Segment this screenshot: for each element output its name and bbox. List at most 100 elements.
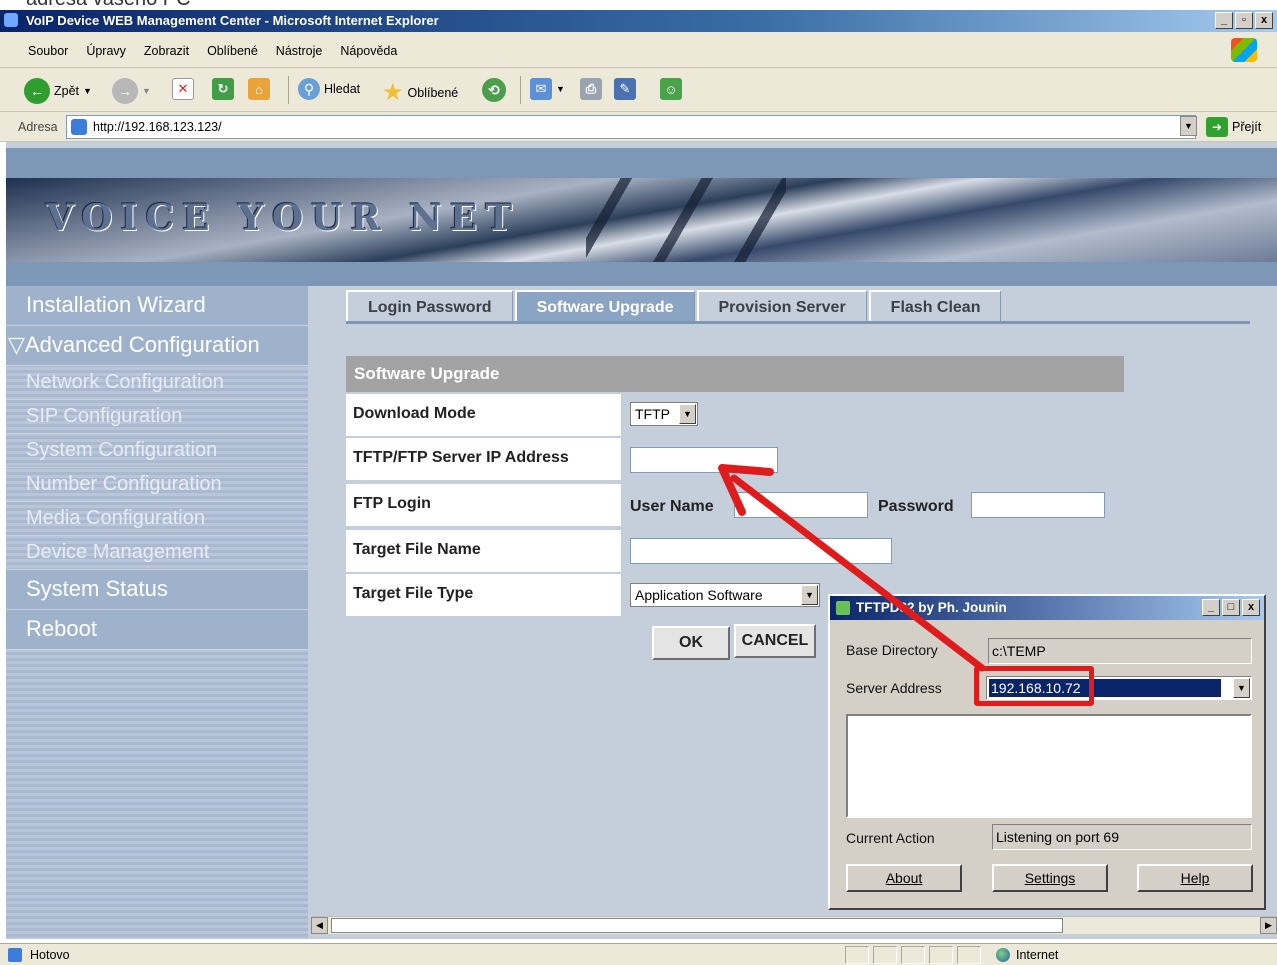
menu-edit[interactable]: Úpravy — [86, 44, 126, 58]
tab-bar: Login Password Software Upgrade Provisio… — [346, 290, 1250, 324]
window-titlebar[interactable]: VoIP Device WEB Management Center - Micr… — [0, 10, 1277, 32]
menu-favorites[interactable]: Oblíbené — [207, 44, 258, 58]
status-bar: Hotovo Internet — [0, 943, 1277, 965]
menu-help[interactable]: Nápověda — [340, 44, 397, 58]
address-label: Adresa — [18, 120, 58, 134]
scroll-left-icon[interactable]: ◀ — [311, 917, 328, 934]
download-mode-label: Download Mode — [346, 394, 621, 436]
server-ip-label: TFTP/FTP Server IP Address — [346, 438, 621, 480]
back-button[interactable]: ← Zpět ▼ — [24, 78, 92, 104]
sidebar-item-sip-configuration[interactable]: SIP Configuration — [6, 400, 308, 434]
user-name-input[interactable] — [734, 492, 868, 518]
go-button[interactable]: ➜ Přejít — [1206, 117, 1261, 137]
sidebar-item-device-management[interactable]: Device Management — [6, 536, 308, 570]
address-input[interactable]: http://192.168.123.123/ — [66, 115, 1196, 139]
download-mode-select[interactable]: TFTP ▼ — [630, 402, 698, 426]
home-button[interactable]: ⌂ — [248, 78, 270, 100]
refresh-button[interactable]: ↻ — [212, 78, 234, 100]
minimize-button[interactable]: _ — [1202, 599, 1220, 616]
forward-arrow-icon: → — [112, 78, 138, 104]
tab-flash-clean[interactable]: Flash Clean — [868, 290, 1002, 321]
tab-provision-server[interactable]: Provision Server — [696, 290, 867, 321]
target-file-type-value: Application Software — [635, 587, 763, 603]
sidebar-item-system-configuration[interactable]: System Configuration — [6, 434, 308, 468]
sidebar-item-installation-wizard[interactable]: Installation Wizard — [6, 286, 308, 326]
search-label: Hledat — [324, 82, 361, 96]
form-title: Software Upgrade — [346, 356, 1124, 392]
tab-software-upgrade[interactable]: Software Upgrade — [514, 290, 695, 321]
cancel-button[interactable]: CANCEL — [734, 624, 816, 658]
sidebar-item-system-status[interactable]: System Status — [6, 570, 308, 610]
messenger-icon: ☺ — [660, 78, 682, 100]
password-label: Password — [878, 498, 954, 515]
print-icon: ⎙ — [580, 78, 602, 100]
history-icon: ⟲ — [482, 78, 506, 102]
server-ip-input[interactable] — [630, 447, 778, 473]
download-mode-value: TFTP — [635, 406, 670, 422]
password-input[interactable] — [971, 492, 1105, 518]
home-icon: ⌂ — [248, 78, 270, 100]
sidebar-item-media-configuration[interactable]: Media Configuration — [6, 502, 308, 536]
edit-icon: ✎ — [614, 78, 636, 100]
tftpd-icon — [836, 601, 850, 615]
target-file-name-input[interactable] — [630, 538, 892, 564]
messenger-button[interactable]: ☺ — [660, 78, 682, 100]
page-icon — [8, 948, 22, 962]
ok-button[interactable]: OK — [652, 626, 730, 660]
site-logo: VOICE YOUR NET — [46, 197, 521, 239]
favorites-label: Oblíbené — [407, 85, 459, 100]
ie-icon — [4, 13, 18, 27]
address-url: http://192.168.123.123/ — [93, 120, 222, 134]
window-title: VoIP Device WEB Management Center - Micr… — [26, 13, 439, 28]
settings-button[interactable]: Settings — [992, 864, 1108, 892]
print-button[interactable]: ⎙ — [580, 78, 602, 100]
sidebar-item-number-configuration[interactable]: Number Configuration — [6, 468, 308, 502]
scroll-right-icon[interactable]: ▶ — [1260, 917, 1277, 934]
page-icon — [71, 119, 87, 135]
menu-file[interactable]: Soubor — [28, 44, 68, 58]
tftpd32-titlebar[interactable]: TFTPD32 by Ph. Jounin _ □ x — [830, 596, 1264, 620]
header-strip — [6, 148, 1277, 178]
favorites-button[interactable]: ★ Oblíbené — [382, 78, 458, 107]
sidebar-item-network-configuration[interactable]: Network Configuration — [6, 366, 308, 400]
menu-view[interactable]: Zobrazit — [144, 44, 189, 58]
sidebar: Installation Wizard ▽Advanced Configurat… — [6, 286, 308, 939]
windows-logo-icon — [1231, 38, 1257, 62]
forward-button[interactable]: → ▼ — [112, 78, 151, 104]
globe-icon — [996, 948, 1010, 962]
chevron-down-icon: ▼ — [83, 86, 92, 96]
tftpd32-title: TFTPD32 by Ph. Jounin — [856, 600, 1007, 615]
history-button[interactable]: ⟲ — [482, 78, 506, 102]
search-button[interactable]: ⚲ Hledat — [298, 78, 360, 100]
close-button[interactable]: x — [1242, 599, 1260, 616]
base-directory-field[interactable]: c:\TEMP — [988, 638, 1252, 664]
sidebar-item-advanced-configuration[interactable]: ▽Advanced Configuration — [6, 326, 308, 366]
target-file-type-label: Target File Type — [346, 574, 621, 616]
current-action-field: Listening on port 69 — [992, 824, 1252, 850]
search-icon: ⚲ — [298, 78, 320, 100]
maximize-button[interactable]: ▫ — [1235, 12, 1253, 29]
go-label: Přejít — [1232, 120, 1262, 134]
edit-button[interactable]: ✎ — [614, 78, 636, 100]
address-dropdown-icon[interactable]: ▼ — [1180, 116, 1197, 136]
about-button[interactable]: About — [846, 864, 962, 892]
sidebar-item-reboot[interactable]: Reboot — [6, 610, 308, 650]
mail-button[interactable]: ✉ ▼ — [530, 78, 565, 100]
help-button[interactable]: Help — [1137, 864, 1253, 892]
menu-tools[interactable]: Nástroje — [276, 44, 323, 58]
menu-bar: Soubor Úpravy Zobrazit Oblíbené Nástroje… — [0, 32, 1277, 68]
zone-label: Internet — [1016, 948, 1059, 962]
tab-login-password[interactable]: Login Password — [346, 290, 513, 321]
close-button[interactable]: x — [1255, 12, 1273, 29]
stop-button[interactable]: ✕ — [172, 78, 194, 100]
horizontal-scrollbar[interactable]: ◀ ▶ — [311, 916, 1277, 934]
minimize-button[interactable]: _ — [1215, 12, 1233, 29]
target-file-type-select[interactable]: Application Software ▼ — [630, 583, 820, 607]
mail-icon: ✉ — [530, 78, 552, 100]
status-cells — [845, 946, 981, 964]
status-text: Hotovo — [30, 948, 70, 962]
maximize-button[interactable]: □ — [1222, 599, 1240, 616]
go-arrow-icon: ➜ — [1206, 117, 1228, 137]
scrollbar-thumb[interactable] — [331, 918, 1063, 933]
star-icon: ★ — [382, 79, 404, 106]
